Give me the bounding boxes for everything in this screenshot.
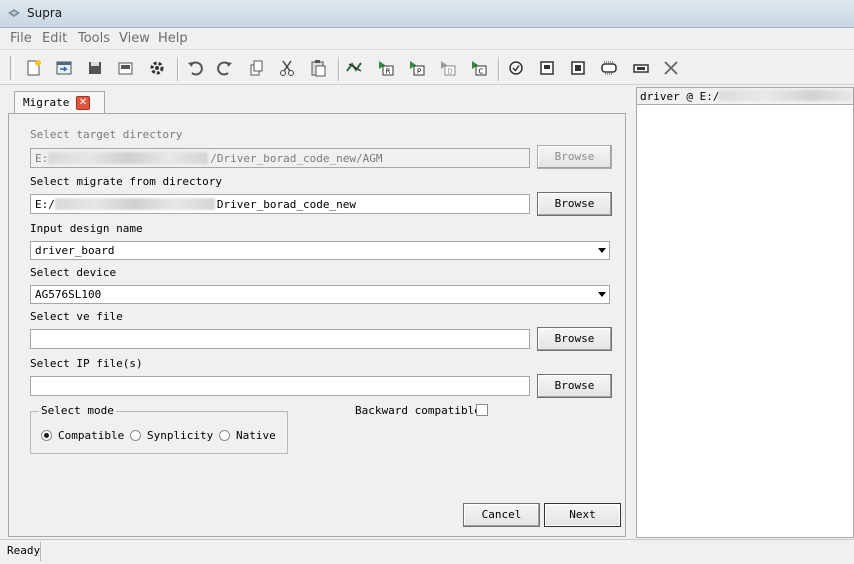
svg-text:C: C (479, 68, 484, 76)
menu-help[interactable]: Help (158, 31, 188, 46)
supra-window: Supra File Edit Tools View Help R P D C … (0, 0, 854, 564)
ip-file-field[interactable] (30, 376, 530, 396)
backward-compatible-checkbox[interactable] (476, 404, 488, 416)
chip-icon[interactable] (568, 58, 588, 78)
tab-label: Migrate (23, 96, 70, 109)
toolbar: R P D C (0, 51, 854, 85)
menu-view[interactable]: View (119, 31, 150, 46)
ve-file-label: Select ve file (30, 310, 123, 323)
close-icon[interactable] (661, 58, 681, 78)
from-dir-browse-button[interactable]: Browse (537, 192, 612, 216)
target-dir-field: E:/Driver_borad_code_new/AGM (30, 148, 530, 168)
radio-native[interactable] (219, 430, 230, 441)
status-bar: Ready (0, 539, 854, 564)
design-name-combo[interactable]: driver_board (30, 241, 610, 260)
next-button[interactable]: Next (544, 503, 621, 527)
status-text: Ready (7, 544, 41, 557)
undo-icon[interactable] (185, 58, 205, 78)
redo-icon[interactable] (215, 58, 235, 78)
target-dir-browse-button[interactable]: Browse (537, 145, 612, 169)
cut-icon[interactable] (277, 58, 297, 78)
flow-p-icon[interactable]: P (407, 58, 427, 78)
download-icon[interactable] (599, 58, 619, 78)
svg-text:R: R (386, 68, 391, 76)
svg-text:P: P (417, 68, 421, 76)
ip-file-label: Select IP file(s) (30, 357, 143, 370)
migrate-icon[interactable] (345, 58, 365, 78)
save-icon[interactable] (85, 58, 105, 78)
project-tree-panel[interactable]: driver @ E:/ (636, 87, 854, 538)
menu-bar: File Edit Tools View Help (0, 28, 854, 50)
app-logo-icon (8, 9, 20, 17)
chevron-down-icon[interactable] (598, 292, 606, 297)
settings-icon[interactable] (147, 58, 167, 78)
window-title: Supra (27, 6, 63, 20)
design-name-label: Input design name (30, 222, 143, 235)
svg-text:D: D (447, 68, 452, 76)
status-divider (40, 542, 41, 561)
radio-native-label[interactable]: Native (236, 429, 276, 442)
flow-d-icon[interactable]: D (438, 58, 458, 78)
ve-file-browse-button[interactable]: Browse (537, 327, 612, 351)
programmer-icon[interactable] (631, 58, 651, 78)
project-header: driver @ E:/ (637, 88, 853, 105)
menu-file[interactable]: File (10, 31, 32, 46)
ve-file-field[interactable] (30, 329, 530, 349)
select-mode-legend: Select mode (39, 404, 116, 417)
flow-r-icon[interactable]: R (376, 58, 396, 78)
chevron-down-icon[interactable] (598, 248, 606, 253)
backward-compatible-label: Backward compatible (355, 404, 481, 417)
device-label: Select device (30, 266, 117, 279)
ip-file-browse-button[interactable]: Browse (537, 374, 612, 398)
toolbar-grip[interactable] (10, 56, 14, 80)
toolbar-separator (177, 57, 179, 81)
copy-icon[interactable] (246, 58, 266, 78)
paste-icon[interactable] (308, 58, 328, 78)
radio-synplicity-label[interactable]: Synplicity (147, 429, 213, 442)
open-project-icon[interactable] (54, 58, 74, 78)
redacted-path (48, 152, 209, 164)
redacted-path (719, 90, 853, 101)
menu-edit[interactable]: Edit (42, 31, 67, 46)
target-dir-label: Select target directory (30, 128, 183, 141)
radio-compatible-label[interactable]: Compatible (58, 429, 124, 442)
redacted-path (54, 198, 215, 210)
from-dir-label: Select migrate from directory (30, 175, 223, 188)
tab-migrate[interactable]: Migrate ✕ (14, 91, 105, 114)
title-bar: Supra (0, 0, 854, 28)
tab-close-icon[interactable]: ✕ (76, 96, 90, 110)
toolbar-separator (498, 57, 500, 81)
tab-strip: Migrate ✕ (8, 89, 628, 114)
device-combo[interactable]: AG576SL100 (30, 285, 610, 304)
menu-tools[interactable]: Tools (78, 31, 110, 46)
save-all-icon[interactable] (116, 58, 136, 78)
new-file-icon[interactable] (24, 58, 44, 78)
radio-synplicity[interactable] (130, 430, 141, 441)
select-mode-group: Select mode Compatible Synplicity Native (30, 404, 288, 454)
from-dir-field[interactable]: E:/Driver_borad_code_new (30, 194, 530, 214)
toolbar-separator (338, 57, 340, 81)
flow-c-icon[interactable]: C (469, 58, 489, 78)
compile-icon[interactable] (537, 58, 557, 78)
check-icon[interactable] (506, 58, 526, 78)
radio-compatible[interactable] (41, 430, 52, 441)
cancel-button[interactable]: Cancel (463, 503, 540, 527)
